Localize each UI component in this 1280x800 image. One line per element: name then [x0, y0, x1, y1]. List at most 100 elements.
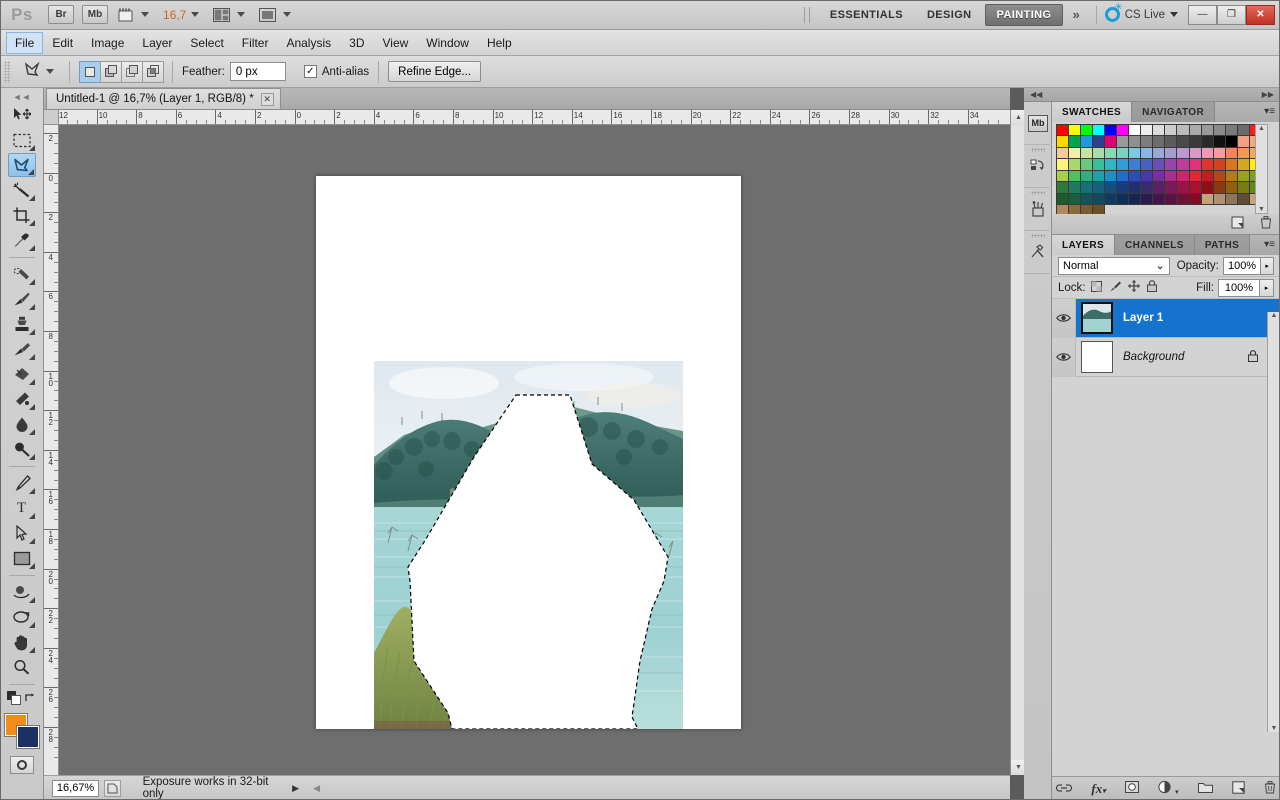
- link-layers-button[interactable]: [1056, 782, 1073, 796]
- feather-input[interactable]: 0 px: [229, 62, 286, 81]
- layer-thumbnail[interactable]: [1081, 341, 1113, 373]
- lock-all-icon[interactable]: [1146, 280, 1157, 295]
- adjustments-icon[interactable]: [1024, 231, 1052, 274]
- pen-tool[interactable]: [8, 471, 36, 495]
- intersect-with-selection-button[interactable]: [142, 60, 164, 83]
- layers-scrollbar[interactable]: ▲ ▼: [1267, 312, 1280, 732]
- canvas-vertical-scrollbar[interactable]: ▲ ▼: [1010, 110, 1026, 775]
- options-bar-grip[interactable]: [4, 60, 11, 83]
- close-button[interactable]: ✕: [1246, 4, 1275, 25]
- restore-button[interactable]: ❐: [1217, 4, 1246, 25]
- workspace-essentials[interactable]: ESSENTIALS: [819, 5, 914, 25]
- menu-view[interactable]: View: [373, 32, 417, 54]
- magic-wand-tool[interactable]: [8, 178, 36, 202]
- tab-layers[interactable]: LAYERS: [1052, 235, 1116, 255]
- menu-help[interactable]: Help: [478, 32, 521, 54]
- dock-collapse-bar[interactable]: ◀◀ ▶▶: [1024, 88, 1280, 102]
- swatches-scrollbar[interactable]: ▲ ▼: [1255, 124, 1268, 214]
- layer-thumbnail[interactable]: [1081, 302, 1113, 334]
- brush-tool[interactable]: [8, 287, 36, 311]
- view-extras-icon[interactable]: [118, 4, 134, 26]
- vertical-ruler[interactable]: 20246810121416182022242628: [44, 125, 59, 775]
- new-swatch-button[interactable]: [1231, 216, 1244, 232]
- dock-collapse-right-icon[interactable]: ▶▶: [1262, 90, 1274, 99]
- table-row[interactable]: Background: [1052, 337, 1280, 377]
- history-icon[interactable]: [1024, 145, 1052, 188]
- dock-collapse-left-icon[interactable]: ◀◀: [1030, 90, 1042, 99]
- workspace-more-icon[interactable]: »: [1064, 7, 1087, 22]
- document-tab[interactable]: Untitled-1 @ 16,7% (Layer 1, RGB/8) * ✕: [46, 88, 281, 109]
- tab-swatches[interactable]: SWATCHES: [1052, 102, 1133, 122]
- zoom-tool[interactable]: [8, 655, 36, 679]
- cs-live-button[interactable]: CS Live: [1104, 2, 1178, 22]
- workspace-painting[interactable]: PAINTING: [984, 3, 1064, 26]
- hand-tool[interactable]: [8, 630, 36, 654]
- bridge-button[interactable]: Br: [48, 5, 74, 24]
- tab-navigator[interactable]: NAVIGATOR: [1132, 102, 1216, 122]
- delete-layer-button[interactable]: [1264, 780, 1276, 797]
- delete-swatch-button[interactable]: [1260, 216, 1272, 232]
- status-expand-arrow[interactable]: ▶: [292, 783, 299, 794]
- zoom-percent-field[interactable]: 16,67%: [52, 779, 100, 797]
- lasso-tool[interactable]: [7, 153, 36, 177]
- fill-input[interactable]: 100%: [1218, 278, 1260, 297]
- dodge-tool[interactable]: [8, 437, 36, 461]
- layers-panel-menu-icon[interactable]: ▾≡: [1264, 239, 1275, 250]
- rectangle-shape-tool[interactable]: [8, 546, 36, 570]
- workspace-design[interactable]: DESIGN: [916, 5, 983, 25]
- move-tool[interactable]: [8, 103, 36, 127]
- layer-visibility-toggle[interactable]: [1052, 298, 1076, 338]
- minimize-button[interactable]: —: [1188, 4, 1217, 25]
- swatches-panel-menu-icon[interactable]: ▾≡: [1264, 106, 1275, 117]
- menu-layer[interactable]: Layer: [133, 32, 181, 54]
- layer-name[interactable]: Layer 1: [1123, 312, 1163, 324]
- crop-tool[interactable]: [8, 203, 36, 227]
- menu-select[interactable]: Select: [181, 32, 232, 54]
- blur-tool[interactable]: [8, 412, 36, 436]
- eyedropper-tool[interactable]: [8, 228, 36, 252]
- document-info-icon[interactable]: [104, 779, 121, 797]
- menu-file[interactable]: File: [6, 31, 44, 54]
- screen-mode-dropdown-caret[interactable]: [283, 12, 292, 17]
- tool-preset-caret[interactable]: [46, 69, 54, 74]
- canvas-area[interactable]: [59, 125, 1010, 775]
- blend-mode-select[interactable]: Normal ⌄: [1058, 256, 1170, 275]
- layer-name[interactable]: Background: [1123, 351, 1184, 363]
- mini-bridge-icon[interactable]: Mb: [1024, 102, 1052, 145]
- spot-healing-brush-tool[interactable]: [8, 262, 36, 286]
- new-selection-button[interactable]: [79, 60, 101, 83]
- new-fill-adjustment-button[interactable]: ▾: [1158, 780, 1179, 797]
- add-to-selection-button[interactable]: [100, 60, 122, 83]
- artboard[interactable]: [316, 176, 741, 729]
- lock-position-icon[interactable]: [1127, 280, 1140, 295]
- status-collapse-arrow[interactable]: ◀: [313, 783, 320, 794]
- arrange-dropdown-caret[interactable]: [237, 12, 246, 17]
- layer-style-button[interactable]: fx▾: [1091, 781, 1105, 797]
- path-selection-tool[interactable]: [8, 521, 36, 545]
- subtract-from-selection-button[interactable]: [121, 60, 143, 83]
- screen-mode-icon[interactable]: [259, 4, 277, 26]
- menu-window[interactable]: Window: [417, 32, 478, 54]
- menu-edit[interactable]: Edit: [43, 32, 82, 54]
- refine-edge-button[interactable]: Refine Edge...: [388, 61, 482, 82]
- zoom-level-value[interactable]: 16,7: [163, 8, 186, 22]
- fill-spinner[interactable]: ▸: [1260, 278, 1274, 297]
- close-document-icon[interactable]: ✕: [260, 92, 274, 106]
- menu-analysis[interactable]: Analysis: [277, 32, 340, 54]
- eraser-tool[interactable]: [8, 362, 36, 386]
- zoom-level-dropdown-caret[interactable]: [191, 12, 200, 17]
- lock-transparent-pixels-icon[interactable]: [1090, 280, 1102, 295]
- 3d-camera-orbit-tool[interactable]: [8, 605, 36, 629]
- tab-channels[interactable]: CHANNELS: [1115, 235, 1195, 255]
- menu-image[interactable]: Image: [82, 32, 133, 54]
- quick-mask-icon[interactable]: [9, 756, 34, 774]
- tool-presets-icon[interactable]: [1024, 188, 1052, 231]
- horizontal-ruler[interactable]: 12 10 8 6 4 2 0 2 4 6 8 10 12 14 16 18 20 22 24 26 28 30 32 34: [59, 110, 1010, 125]
- ruler-corner[interactable]: [44, 110, 59, 125]
- layer-visibility-toggle[interactable]: [1052, 337, 1076, 377]
- gradient-tool[interactable]: [8, 387, 36, 411]
- table-row[interactable]: Layer 1: [1052, 298, 1280, 338]
- swap-colors-icon[interactable]: [24, 692, 37, 707]
- current-tool-preset-picker[interactable]: [17, 61, 60, 81]
- rectangular-marquee-tool[interactable]: [8, 128, 36, 152]
